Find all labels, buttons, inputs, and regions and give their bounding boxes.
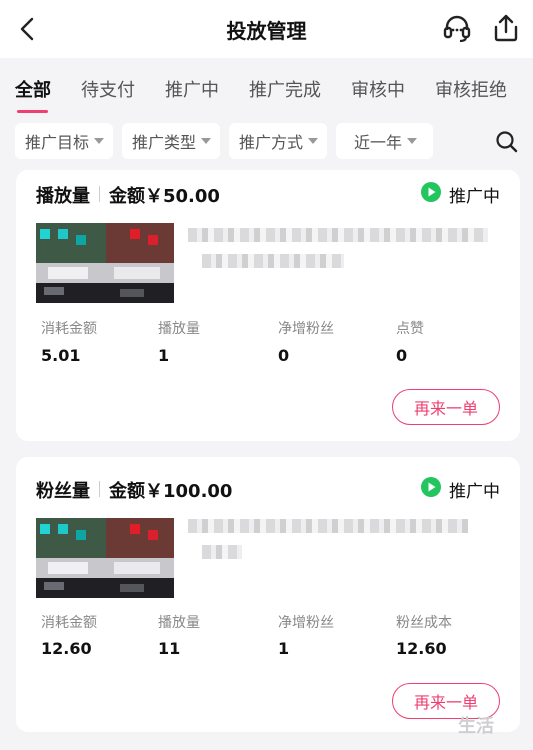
filter-time-label: 近一年 [354,133,403,152]
caret-down-icon [308,138,319,144]
caret-down-icon [94,138,105,144]
video-title-blurred [202,254,344,268]
metric-value: 1 [278,639,290,658]
order-card: 播放量 金额￥50.00 推广中 消耗金额 播放量 净增粉丝 点赞 5.01 1… [16,170,520,441]
metric-value: 0 [278,346,290,365]
metric-label: 消耗金额 [41,321,97,337]
caret-down-icon [407,138,418,144]
tab-completed[interactable]: 推广完成 [249,76,321,102]
video-thumbnail[interactable] [36,518,174,598]
filter-type-label: 推广类型 [132,133,197,152]
watermark: 生活 [458,716,494,737]
status-badge: 推广中 [449,482,500,502]
order-type-label: 播放量 [36,186,90,207]
order-type-label: 粉丝量 [36,481,90,502]
share-icon[interactable] [492,13,520,43]
caret-down-icon [201,138,212,144]
title-divider [99,481,100,497]
headset-icon[interactable] [441,13,473,45]
play-status-icon [421,182,441,202]
reorder-button[interactable]: 再来一单 [392,389,500,425]
filter-target-label: 推广目标 [25,133,90,152]
metric-value: 0 [396,346,408,365]
header-bar: 投放管理 [0,0,533,58]
filter-method[interactable]: 推广方式 [229,123,327,159]
metric-label: 粉丝成本 [396,615,452,631]
filter-time-range[interactable]: 近一年 [336,123,433,159]
metric-value: 11 [158,639,181,658]
metric-label: 净增粉丝 [278,615,334,631]
metric-label: 播放量 [158,321,200,337]
filter-method-label: 推广方式 [239,133,304,152]
metric-value: 5.01 [41,346,81,365]
status-badge: 推广中 [449,187,500,207]
order-amount: 金额￥50.00 [109,186,220,207]
video-thumbnail[interactable] [36,223,174,303]
video-title-blurred [202,545,242,559]
search-icon[interactable] [494,129,520,155]
tab-reviewing[interactable]: 审核中 [351,76,405,102]
order-amount: 金额￥100.00 [109,481,233,502]
video-title-blurred [188,519,468,533]
metric-value: 12.60 [41,639,92,658]
metric-label: 播放量 [158,615,200,631]
metric-value: 12.60 [396,639,447,658]
metric-value: 1 [158,346,170,365]
order-card: 粉丝量 金额￥100.00 推广中 消耗金额 播放量 净增粉丝 粉丝成本 12.… [16,457,520,732]
metric-label: 净增粉丝 [278,321,334,337]
tab-pending-payment[interactable]: 待支付 [81,76,135,102]
tab-promoting[interactable]: 推广中 [165,76,219,102]
video-title-blurred [188,228,488,242]
status-tabs: 全部 待支付 推广中 推广完成 审核中 审核拒绝 [0,58,533,112]
filter-type[interactable]: 推广类型 [122,123,220,159]
filter-target[interactable]: 推广目标 [15,123,113,159]
metric-label: 点赞 [396,321,424,337]
title-divider [99,186,100,202]
filter-bar: 推广目标 推广类型 推广方式 近一年 [0,112,533,170]
play-status-icon [421,477,441,497]
tab-all[interactable]: 全部 [15,76,51,102]
tab-rejected[interactable]: 审核拒绝 [435,76,507,102]
metric-label: 消耗金额 [41,615,97,631]
